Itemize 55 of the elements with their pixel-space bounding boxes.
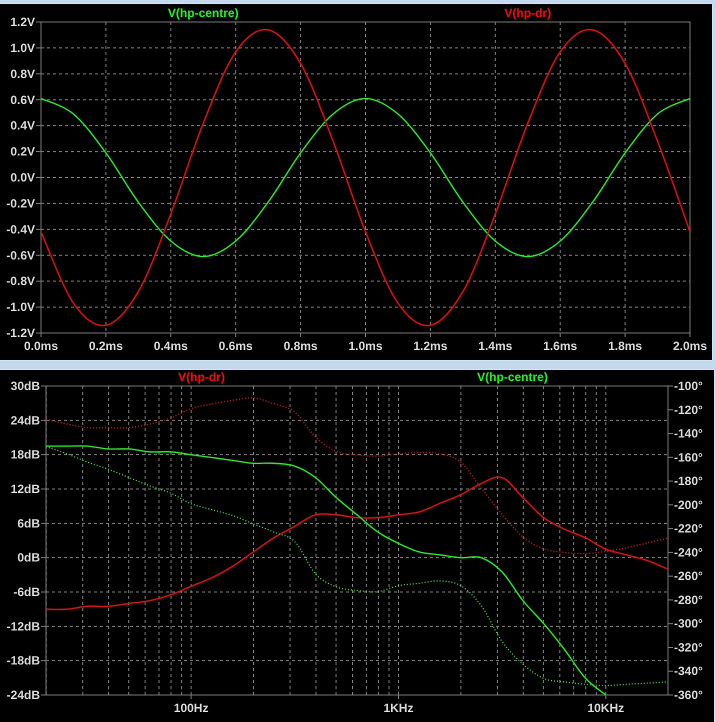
phase-tick-label: -180°: [674, 474, 703, 488]
phase-tick-label: -120°: [674, 402, 703, 417]
phase-tick-label: -160°: [674, 450, 703, 464]
y-tick-label: 0.8V: [10, 66, 35, 81]
y-tick-label: 0.2V: [10, 144, 35, 159]
phase-tick-label: -220°: [674, 522, 703, 536]
phase-tick-label: -100°: [674, 379, 703, 393]
y-tick-label: -1.0V: [6, 300, 35, 314]
x-tick-label: 1.8ms: [608, 339, 642, 353]
y-tick-label: -12dB: [6, 619, 40, 634]
x-tick-label: 0.8ms: [284, 339, 318, 353]
x-tick-label: 10KHz: [587, 701, 624, 715]
phase-tick-label: -300°: [674, 616, 703, 631]
phase-tick-label: -240°: [674, 545, 703, 560]
x-tick-label: 0.2ms: [88, 339, 123, 353]
y-tick-label: 1.0V: [10, 40, 35, 55]
y-tick-label: -0.2V: [6, 196, 35, 210]
x-tick-label: 1.2ms: [413, 339, 448, 353]
phase-tick-label: -260°: [674, 569, 703, 584]
y-tick-label: 0.4V: [10, 118, 35, 133]
y-tick-label: 0dB: [17, 550, 40, 565]
x-tick-label: 2.0ms: [672, 339, 708, 353]
x-tick-label: 1KHz: [383, 701, 414, 715]
y-tick-label: 1.2V: [10, 15, 35, 29]
trace-label[interactable]: V(hp-centre): [477, 370, 548, 384]
y-tick-label: -0.4V: [6, 222, 35, 236]
y-tick-label: 0.6V: [10, 92, 35, 107]
y-tick-label: -24dB: [6, 688, 40, 702]
phase-tick-label: -200°: [674, 498, 703, 512]
x-tick-label: 1.4ms: [478, 339, 512, 353]
x-tick-label: 100Hz: [174, 701, 208, 715]
phase-tick-label: -360°: [674, 688, 703, 702]
y-tick-label: 12dB: [10, 482, 40, 496]
y-tick-label: -6dB: [13, 585, 40, 599]
y-tick-label: 6dB: [17, 516, 40, 530]
x-tick-label: 0.0ms: [24, 339, 58, 353]
phase-tick-label: -320°: [674, 640, 703, 654]
y-tick-label: -1.2V: [6, 326, 35, 340]
x-tick-label: 0.6ms: [218, 339, 253, 353]
x-tick-label: 1.6ms: [543, 339, 578, 353]
y-tick-label: 18dB: [10, 448, 40, 462]
y-tick-label: 0.0V: [10, 170, 35, 184]
phase-tick-label: -280°: [674, 592, 703, 607]
phase-tick-label: -340°: [674, 664, 703, 678]
x-tick-label: 1.0ms: [348, 339, 383, 353]
y-tick-label: 30dB: [10, 379, 40, 393]
y-tick-label: -18dB: [6, 654, 40, 668]
y-tick-label: 24dB: [10, 413, 40, 428]
trace-label[interactable]: V(hp-dr): [504, 6, 552, 20]
x-tick-label: 0.4ms: [154, 339, 188, 353]
trace-label[interactable]: V(hp-centre): [168, 6, 239, 20]
y-tick-label: -0.6V: [6, 248, 35, 262]
trace-label[interactable]: V(hp-dr): [178, 370, 225, 384]
y-tick-label: -0.8V: [6, 274, 35, 288]
phase-tick-label: -140°: [674, 426, 703, 441]
